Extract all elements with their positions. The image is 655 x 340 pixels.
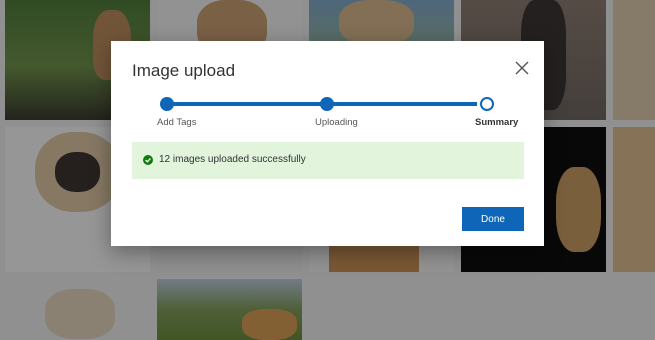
- close-icon: [515, 61, 529, 75]
- step-label-add-tags: Add Tags: [157, 117, 197, 128]
- step-marker-summary: [480, 97, 494, 111]
- success-banner: 12 images uploaded successfully: [132, 142, 524, 179]
- step-marker-add-tags: [160, 97, 174, 111]
- close-button[interactable]: [512, 58, 532, 78]
- dialog-title: Image upload: [132, 61, 236, 80]
- step-marker-uploading: [320, 97, 334, 111]
- progress-stepper: Add Tags Uploading Summary: [157, 97, 518, 128]
- step-label-uploading: Uploading: [315, 117, 358, 128]
- step-label-summary: Summary: [475, 117, 519, 128]
- image-upload-dialog: Image upload Add Tags Uploading Summary …: [111, 41, 544, 246]
- success-message: 12 images uploaded successfully: [159, 154, 306, 165]
- check-circle-icon: [143, 155, 153, 165]
- done-button[interactable]: Done: [462, 207, 524, 231]
